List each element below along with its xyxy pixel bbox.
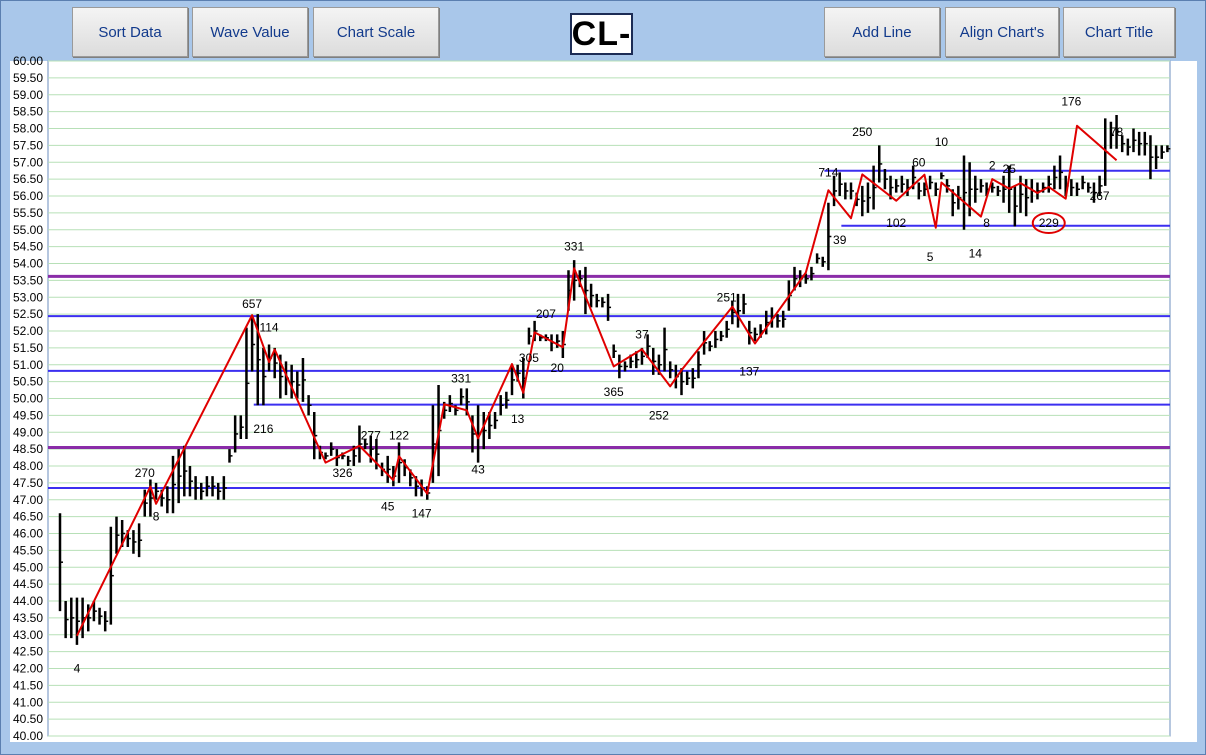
wave-label: 2 <box>989 159 996 173</box>
wave-label: 326 <box>332 466 352 480</box>
y-tick-label: 47.50 <box>13 476 43 490</box>
y-tick-label: 41.50 <box>13 678 43 692</box>
y-tick-label: 56.00 <box>13 189 43 203</box>
y-axis: 40.00 40.50 41.00 41.50 42.00 42.50 43.00 43.50… <box>13 54 43 743</box>
wave-label: 216 <box>253 422 273 436</box>
y-tick-label: 54.00 <box>13 257 43 271</box>
wave-label: 252 <box>649 408 669 422</box>
y-tick-label: 53.50 <box>13 273 43 287</box>
y-tick-label: 52.00 <box>13 324 43 338</box>
wave-label: 305 <box>519 351 539 365</box>
y-tick-label: 47.00 <box>13 493 43 507</box>
wave-label: 37 <box>635 327 649 341</box>
wave-label: 277 <box>361 429 381 443</box>
y-tick-label: 45.50 <box>13 543 43 557</box>
y-tick-label: 50.50 <box>13 375 43 389</box>
y-tick-label: 46.00 <box>13 527 43 541</box>
wave-label: 137 <box>739 365 759 379</box>
y-tick-label: 56.50 <box>13 172 43 186</box>
y-tick-label: 57.00 <box>13 155 43 169</box>
wave-label: 4 <box>74 662 81 676</box>
wave-label: 147 <box>412 506 432 520</box>
y-tick-label: 58.00 <box>13 122 43 136</box>
wave-label: 13 <box>511 412 525 426</box>
y-tick-label: 44.00 <box>13 594 43 608</box>
wave-label: 20 <box>551 361 565 375</box>
y-tick-label: 40.00 <box>13 729 43 743</box>
wave-label: 8 <box>983 216 990 230</box>
y-tick-label: 51.50 <box>13 341 43 355</box>
y-tick-label: 60.00 <box>13 54 43 68</box>
y-tick-label: 48.00 <box>13 459 43 473</box>
wave-label: 250 <box>852 125 872 139</box>
wave-label: 331 <box>564 240 584 254</box>
y-tick-label: 49.50 <box>13 408 43 422</box>
y-tick-label: 44.50 <box>13 577 43 591</box>
wave-label: 5 <box>927 250 934 264</box>
wave-label: 8 <box>153 510 160 524</box>
wave-label: 365 <box>604 385 624 399</box>
wave-label: 331 <box>451 371 471 385</box>
wave-label: 78 <box>1110 125 1124 139</box>
wave-label: 10 <box>935 135 949 149</box>
price-chart: 40.00 40.50 41.00 41.50 42.00 42.50 43.00 43.50… <box>10 54 1197 743</box>
wave-label: 39 <box>833 233 847 247</box>
y-tick-label: 55.50 <box>13 206 43 220</box>
y-tick-label: 57.50 <box>13 138 43 152</box>
wave-label: 114 <box>259 321 278 335</box>
y-tick-label: 42.00 <box>13 662 43 676</box>
y-tick-label: 42.50 <box>13 645 43 659</box>
wave-label: 270 <box>135 466 155 480</box>
wave-label: 43 <box>471 462 485 476</box>
y-tick-label: 48.50 <box>13 442 43 456</box>
y-tick-label: 51.00 <box>13 358 43 372</box>
y-tick-label: 59.00 <box>13 88 43 102</box>
wave-label: 60 <box>912 155 926 169</box>
wave-label: 207 <box>536 307 556 321</box>
y-tick-label: 50.00 <box>13 392 43 406</box>
y-tick-label: 49.00 <box>13 425 43 439</box>
y-tick-label: 53.00 <box>13 290 43 304</box>
wave-label: 176 <box>1061 95 1081 109</box>
wave-label: 14 <box>969 246 983 260</box>
y-tick-label: 58.50 <box>13 105 43 119</box>
wave-label: 102 <box>886 216 906 230</box>
wave-label: 229 <box>1039 216 1059 230</box>
wave-label: 25 <box>1003 162 1017 176</box>
y-tick-label: 43.00 <box>13 628 43 642</box>
y-tick-label: 41.00 <box>13 695 43 709</box>
y-tick-label: 43.50 <box>13 611 43 625</box>
wave-label: 714 <box>818 165 838 179</box>
wave-label: 251 <box>717 290 737 304</box>
y-tick-label: 59.50 <box>13 71 43 85</box>
y-tick-label: 52.50 <box>13 307 43 321</box>
wave-label: 122 <box>389 429 409 443</box>
wave-label: 267 <box>1090 189 1110 203</box>
y-tick-label: 55.00 <box>13 223 43 237</box>
y-tick-label: 54.50 <box>13 240 43 254</box>
wave-label: 45 <box>381 500 395 514</box>
wave-label: 657 <box>242 297 262 311</box>
y-tick-label: 46.50 <box>13 510 43 524</box>
y-tick-label: 45.00 <box>13 560 43 574</box>
y-tick-label: 40.50 <box>13 712 43 726</box>
